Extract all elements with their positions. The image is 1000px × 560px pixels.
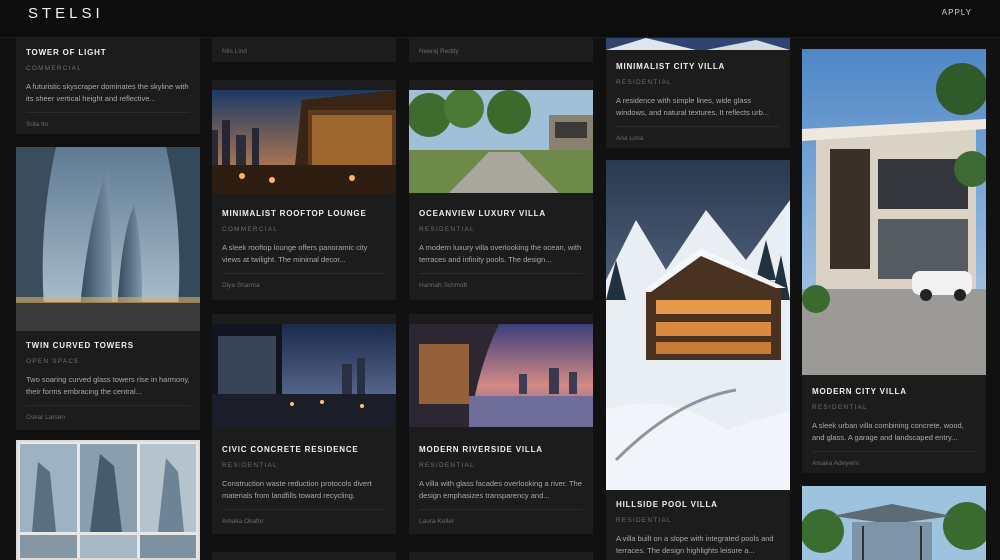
- project-image: [606, 38, 790, 50]
- card-description: A futuristic skyscraper dominates the sk…: [26, 82, 189, 103]
- project-card-oceanview-luxury-villa[interactable]: OCEANVIEW LUXURY VILLA RESIDENTIAL A mod…: [409, 80, 593, 300]
- project-image: [212, 90, 396, 203]
- card-title: TOWER OF LIGHT: [26, 48, 107, 57]
- brand-logo[interactable]: STELSI: [28, 5, 104, 22]
- card-description: A residence with simple lines, wide glas…: [616, 96, 769, 117]
- project-card-glass-towers-collage[interactable]: [16, 440, 200, 560]
- card-title: MINIMALIST CITY VILLA: [616, 62, 726, 71]
- card-category: OPEN SPACE: [26, 358, 80, 365]
- card-author: Neeraj Reddy: [419, 48, 459, 55]
- card-description: A sleek urban villa combining concrete, …: [812, 421, 964, 442]
- card-title: MODERN RIVERSIDE VILLA: [419, 445, 543, 454]
- project-image: [606, 160, 790, 490]
- card-title: MINIMALIST ROOFTOP LOUNGE: [222, 209, 367, 218]
- card-author: Sota Ito: [26, 112, 190, 128]
- apply-link[interactable]: APPLY: [942, 8, 972, 17]
- project-card-hillside-pool-villa[interactable]: HILLSIDE POOL VILLA RESIDENTIAL A villa …: [606, 160, 790, 560]
- card-author: Ana Lima: [616, 126, 780, 142]
- project-image: [409, 90, 593, 193]
- project-image: [212, 324, 396, 427]
- card-category: RESIDENTIAL: [616, 79, 672, 86]
- project-card-twin-curved-towers[interactable]: TWIN CURVED TOWERS OPEN SPACE Two soarin…: [16, 147, 200, 430]
- card-category: RESIDENTIAL: [419, 462, 475, 469]
- card-title: CIVIC CONCRETE RESIDENCE: [222, 445, 359, 454]
- project-card-top-partial[interactable]: Nils Lind: [212, 38, 396, 62]
- project-card-modern-riverside-villa[interactable]: MODERN RIVERSIDE VILLA RESIDENTIAL A vil…: [409, 314, 593, 534]
- project-card-modern-city-villa[interactable]: MODERN CITY VILLA RESIDENTIAL A sleek ur…: [802, 49, 986, 473]
- project-image: [802, 486, 986, 560]
- project-card-tower-of-light[interactable]: TOWER OF LIGHT COMMERCIAL A futuristic s…: [16, 38, 200, 134]
- card-category: RESIDENTIAL: [419, 226, 475, 233]
- project-image: [16, 147, 200, 331]
- card-category: RESIDENTIAL: [616, 517, 672, 524]
- top-bar: STELSI APPLY: [0, 0, 1000, 38]
- card-description: A modern luxury villa overlooking the oc…: [419, 243, 582, 264]
- card-author: Amaka Adeyemi: [812, 451, 976, 467]
- card-category: COMMERCIAL: [26, 65, 83, 72]
- card-author: Hannah Schmidt: [419, 273, 583, 289]
- project-card-bottom-partial[interactable]: [409, 552, 593, 560]
- card-author: Nils Lind: [222, 48, 247, 55]
- card-description: A villa built on a slope with integrated…: [616, 534, 774, 555]
- card-description: A villa with glass facades overlooking a…: [419, 479, 582, 500]
- project-image: [18, 442, 198, 558]
- project-card-glass-pavilion[interactable]: [802, 486, 986, 560]
- project-card-minimalist-city-villa[interactable]: MINIMALIST CITY VILLA RESIDENTIAL A resi…: [606, 38, 790, 148]
- project-image: [409, 324, 593, 427]
- project-card-minimalist-rooftop-lounge[interactable]: MINIMALIST ROOFTOP LOUNGE COMMERCIAL A s…: [212, 80, 396, 300]
- card-author: Oskar Larsen: [26, 405, 190, 421]
- card-description: Two soaring curved glass towers rise in …: [26, 375, 190, 396]
- card-author: Diya Sharma: [222, 273, 386, 289]
- card-author: Amaka Okafor: [222, 509, 386, 525]
- card-description: Construction waste reduction protocols d…: [222, 479, 372, 500]
- card-description: A sleek rooftop lounge offers panoramic …: [222, 243, 368, 264]
- project-card-top-partial[interactable]: Neeraj Reddy: [409, 38, 593, 62]
- card-category: COMMERCIAL: [222, 226, 279, 233]
- project-card-civic-concrete-residence[interactable]: CIVIC CONCRETE RESIDENCE RESIDENTIAL Con…: [212, 314, 396, 534]
- card-category: RESIDENTIAL: [812, 404, 868, 411]
- card-title: MODERN CITY VILLA: [812, 387, 907, 396]
- project-image: [802, 49, 986, 375]
- card-author: Laura Keller: [419, 509, 583, 525]
- project-card-bottom-partial[interactable]: [212, 552, 396, 560]
- card-category: RESIDENTIAL: [222, 462, 278, 469]
- card-title: HILLSIDE POOL VILLA: [616, 500, 718, 509]
- card-title: OCEANVIEW LUXURY VILLA: [419, 209, 546, 218]
- card-title: TWIN CURVED TOWERS: [26, 341, 134, 350]
